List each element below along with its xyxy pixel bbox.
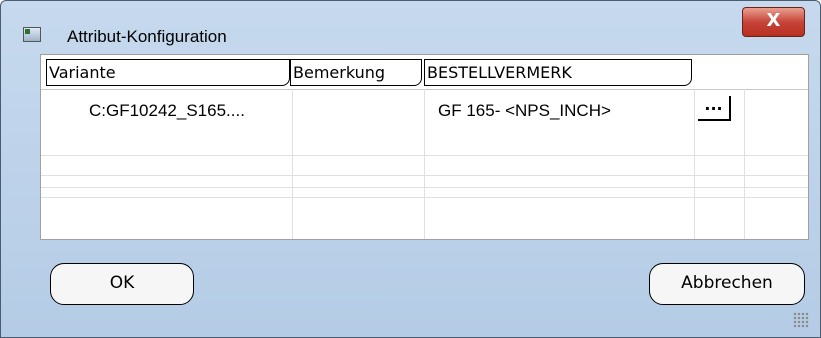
column-divider <box>424 89 425 239</box>
title-bar[interactable]: Attribut-Konfiguration X <box>1 1 820 56</box>
resize-grip-icon[interactable] <box>793 312 809 328</box>
column-divider <box>694 89 695 239</box>
cell-variante[interactable]: C:GF10242_S165.... <box>89 101 245 121</box>
attribute-grid: Variante Bemerkung BESTELLVERMERK C:GF10… <box>40 54 809 240</box>
row-divider <box>41 197 808 198</box>
grid-header: Variante Bemerkung BESTELLVERMERK <box>41 55 808 90</box>
row-divider <box>41 187 808 188</box>
column-header-variante[interactable]: Variante <box>46 59 290 86</box>
cancel-button[interactable]: Abbrechen <box>649 263 805 305</box>
window-title: Attribut-Konfiguration <box>67 27 227 46</box>
row-divider <box>41 175 808 176</box>
column-divider <box>744 89 745 239</box>
ellipsis-button[interactable]: ... <box>698 96 731 121</box>
column-header-bemerkung[interactable]: Bemerkung <box>290 59 422 86</box>
close-button[interactable]: X <box>742 7 805 37</box>
column-header-bestellvermerk[interactable]: BESTELLVERMERK <box>424 59 692 86</box>
window-icon <box>23 27 41 42</box>
column-divider <box>292 89 293 239</box>
row-divider <box>41 155 808 156</box>
cell-bestellvermerk[interactable]: GF 165- <NPS_INCH> <box>438 101 611 121</box>
ok-button[interactable]: OK <box>50 263 194 305</box>
